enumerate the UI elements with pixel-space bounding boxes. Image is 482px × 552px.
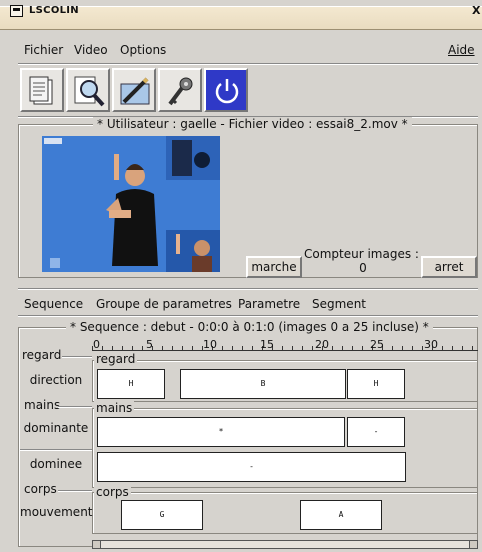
window-title: LSCOLIN [29,5,79,16]
menu-sequence[interactable]: Sequence [24,297,83,311]
segment-dominante-1[interactable]: * [97,417,345,447]
segment-direction-1[interactable]: H [97,369,165,399]
sequence-panel-label: * Sequence : debut - 0:0:0 à 0:1:0 (imag… [66,320,433,334]
menu-segment[interactable]: Segment [312,297,366,311]
group-line [62,356,92,357]
stop-button[interactable]: arret [421,256,477,278]
menu-groupe-parametres[interactable]: Groupe de parametres [96,297,232,311]
key-button[interactable] [158,68,202,112]
regard-track-label: regard [94,352,138,366]
corps-track-label: corps [94,485,131,499]
segment-mouvement-1[interactable]: G [121,500,203,530]
video-panel-label: * Utilisateur : gaelle - Fichier video :… [93,117,412,131]
menu-video[interactable]: Video [74,43,108,57]
scroll-left-arrow[interactable] [93,541,101,548]
ruler-tick-15: 15 [260,338,274,351]
start-button[interactable]: marche [246,256,302,278]
video-frame [42,136,220,272]
video-image [42,136,220,272]
horizontal-scrollbar[interactable] [92,540,478,549]
ruler-tick-25: 25 [370,338,384,351]
scroll-right-arrow[interactable] [469,541,477,548]
segment-dominee-1[interactable]: - [97,452,406,482]
menu-separator [18,63,478,64]
param-direction: direction [29,373,83,387]
close-icon[interactable]: X [472,4,480,17]
param-dominante: dominante [23,421,89,435]
edit-button[interactable] [112,68,156,112]
menu-aide[interactable]: Aide [448,43,475,57]
panel-separator [18,288,478,289]
segment-direction-3[interactable]: H [347,369,405,399]
magnifier-icon [74,76,105,107]
ruler-tick-30: 30 [424,338,438,351]
mains-track-label: mains [94,401,135,415]
ruler-tick-5: 5 [146,338,153,351]
group-label-mains: mains [24,398,61,412]
menu-fichier[interactable]: Fichier [24,43,63,57]
group-label-regard: regard [22,348,62,362]
segment-direction-2[interactable]: B [180,369,346,399]
ruler-tick-10: 10 [203,338,217,351]
ruler-tick-0: 0 [93,338,100,351]
key-icon [168,77,193,106]
window-menu-icon[interactable] [10,5,23,17]
group-label-corps: corps [24,482,57,496]
ruler-tick-20: 20 [315,338,329,351]
menu-parametre[interactable]: Parametre [238,297,300,311]
sequence-menu-separator [18,315,478,316]
counter-label: Compteur images : [304,247,419,261]
document-icon [29,76,53,105]
group-line [58,406,92,407]
segment-mouvement-2[interactable]: A [300,500,382,530]
pen-icon [120,77,150,105]
power-icon [215,79,239,104]
document-button[interactable] [20,68,64,112]
group-line [58,490,92,491]
segment-dominante-2[interactable]: - [347,417,405,447]
power-button[interactable] [204,68,248,112]
param-dominee: dominee [29,457,83,471]
counter-value: 0 [359,261,367,275]
menu-options[interactable]: Options [120,43,166,57]
search-button[interactable] [66,68,110,112]
param-mouvement: mouvement [20,505,93,519]
